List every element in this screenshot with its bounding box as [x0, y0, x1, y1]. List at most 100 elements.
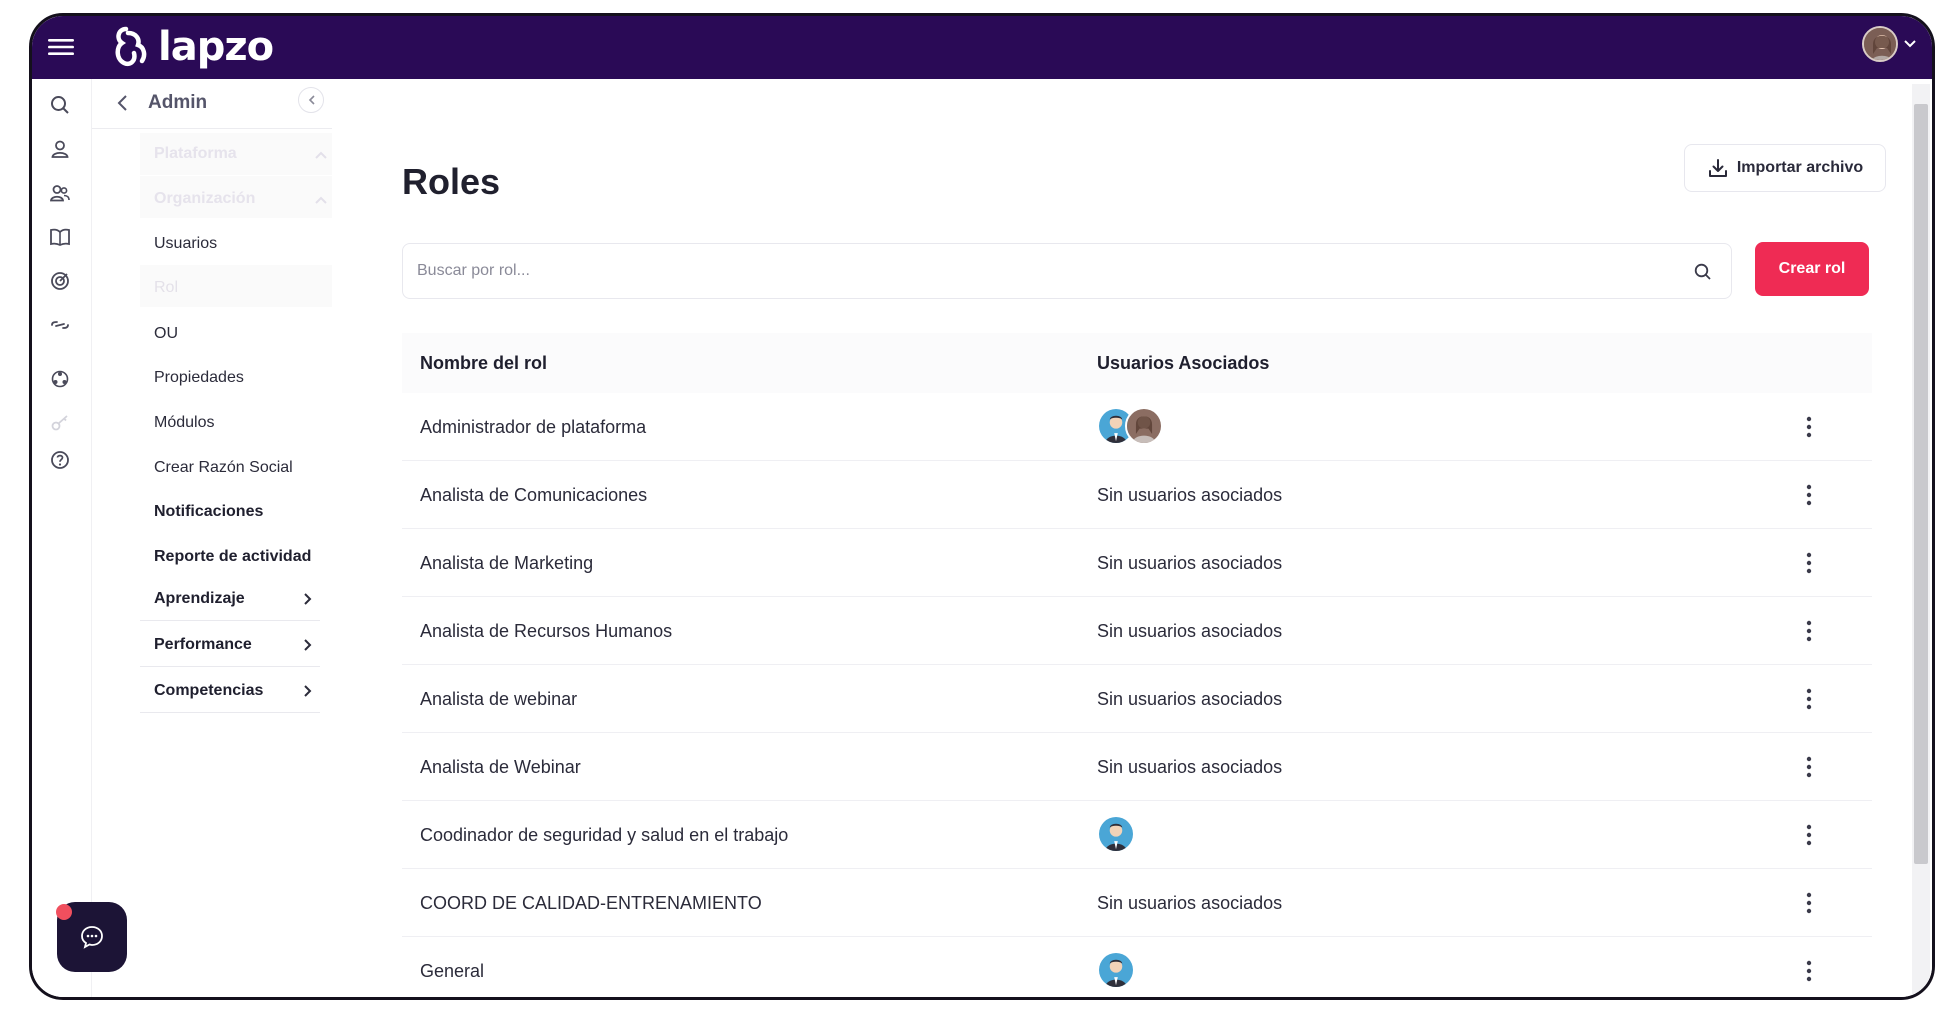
group-label: Competencias — [154, 682, 264, 699]
target-icon[interactable] — [49, 270, 71, 292]
chevron-left-icon[interactable] — [114, 94, 132, 112]
section-plataforma[interactable]: Plataforma — [154, 145, 237, 163]
sidebar-group-aprendizaje[interactable]: Aprendizaje — [140, 579, 320, 621]
chevron-left-icon — [308, 95, 315, 105]
role-name: Coodinador de seguridad y salud en el tr… — [420, 825, 789, 845]
associated-users-text: Sin usuarios asociados — [1097, 621, 1283, 641]
column-header-name: Nombre del rol — [420, 353, 548, 373]
avatar — [1125, 407, 1163, 445]
search-icon[interactable] — [1693, 262, 1713, 282]
app-window: lapzo Admin Plataforma Organización Usua… — [29, 13, 1935, 1000]
lapzo-logo[interactable]: lapzo — [112, 22, 274, 72]
create-role-button[interactable]: Crear rol — [1755, 242, 1869, 296]
table-row[interactable]: COORD DE CALIDAD-ENTRENAMIENTO Sin usuari… — [402, 869, 1872, 937]
sidebar-item-rol[interactable]: Rol — [154, 279, 178, 297]
lapzo-mark-icon — [115, 26, 147, 67]
associated-users-text: Sin usuarios asociados — [1097, 893, 1283, 913]
book-icon[interactable] — [49, 226, 71, 248]
top-bar: lapzo — [32, 16, 1932, 79]
role-name: Analista de webinar — [420, 689, 578, 709]
icon-rail — [32, 79, 92, 997]
admin-label: Admin — [148, 92, 208, 113]
profile-menu[interactable] — [1862, 26, 1916, 62]
table-row[interactable]: Analista de Marketing Sin usuarios asocia… — [402, 529, 1872, 597]
sidebar-item-propiedades[interactable]: Propiedades — [154, 369, 244, 387]
group-label: Aprendizaje — [154, 590, 245, 607]
sidebar-item-ou[interactable]: OU — [154, 325, 178, 343]
link-icon[interactable] — [49, 314, 71, 336]
table-row[interactable]: Analista de Recursos Humanos Sin usuarios… — [402, 597, 1872, 665]
collapse-sidebar-button[interactable] — [298, 87, 324, 113]
chat-icon — [81, 926, 103, 949]
table-row[interactable]: Analista de Webinar Sin usuarios asociado… — [402, 733, 1872, 801]
scrollbar-thumb[interactable] — [1914, 104, 1928, 864]
chevron-right-icon — [304, 685, 312, 697]
kebab-icon[interactable] — [1797, 821, 1821, 849]
table-row[interactable]: Coodinador de seguridad y salud en el tr… — [402, 801, 1872, 869]
chevron-up-icon[interactable] — [314, 193, 328, 207]
chevron-right-icon — [304, 639, 312, 651]
associated-users-text: Sin usuarios asociados — [1097, 485, 1283, 505]
kebab-icon[interactable] — [1797, 753, 1821, 781]
associated-users-avatars[interactable] — [1097, 951, 1135, 991]
notification-dot — [56, 904, 72, 920]
role-name: Analista de Recursos Humanos — [420, 621, 673, 641]
associated-users-text: Sin usuarios asociados — [1097, 757, 1283, 777]
table-header: Nombre del rol Usuarios Asociados — [402, 333, 1872, 393]
sidebar-item-usuarios[interactable]: Usuarios — [154, 235, 217, 253]
menu-icon[interactable] — [48, 37, 74, 57]
column-header-users: Usuarios Asociados — [1097, 353, 1270, 373]
kebab-icon[interactable] — [1797, 957, 1821, 985]
admin-header[interactable]: Admin — [92, 79, 332, 129]
avatar — [1097, 815, 1135, 853]
role-name: Analista de Webinar — [420, 757, 581, 777]
kebab-icon[interactable] — [1797, 413, 1821, 441]
sidebar-item-crear-razon-social[interactable]: Crear Razón Social — [154, 459, 293, 477]
sidebar-group-competencias[interactable]: Competencias — [140, 671, 320, 713]
group-label: Performance — [154, 636, 252, 653]
chevron-down-icon — [1904, 40, 1916, 48]
user-icon[interactable] — [49, 138, 71, 160]
associated-users-avatars[interactable] — [1097, 407, 1163, 447]
import-file-label: Importar archivo — [1736, 159, 1864, 176]
associated-users-avatars[interactable] — [1097, 815, 1135, 855]
main-content: Roles Importar archivo Crear rol Nombre … — [332, 79, 1932, 997]
table-row[interactable]: General — [402, 937, 1872, 997]
table-body: Administrador de plataforma Analista de C… — [402, 393, 1872, 997]
role-name: General — [420, 961, 485, 981]
chevron-up-icon[interactable] — [314, 148, 328, 162]
section-organizacion[interactable]: Organización — [154, 190, 255, 208]
avatar — [1097, 951, 1135, 989]
import-file-button[interactable]: Importar archivo — [1684, 144, 1886, 192]
network-icon[interactable] — [49, 368, 71, 390]
sidebar-item-modulos[interactable]: Módulos — [154, 414, 214, 432]
role-name: Analista de Marketing — [420, 553, 594, 573]
page-title: Roles — [402, 161, 501, 202]
kebab-icon[interactable] — [1797, 481, 1821, 509]
sidebar-item-reporte-actividad[interactable]: Reporte de actividad — [154, 548, 311, 566]
kebab-icon[interactable] — [1797, 685, 1821, 713]
table-row[interactable]: Analista de Comunicaciones Sin usuarios a… — [402, 461, 1872, 529]
user-avatar — [1862, 26, 1898, 62]
role-name: Analista de Comunicaciones — [420, 485, 648, 505]
logo-text: lapzo — [158, 24, 274, 70]
role-name: COORD DE CALIDAD-ENTRENAMIENTO — [420, 893, 762, 913]
sidebar-group-performance[interactable]: Performance — [140, 625, 320, 667]
associated-users-text: Sin usuarios asociados — [1097, 553, 1283, 573]
sidebar-item-notificaciones[interactable]: Notificaciones — [154, 503, 263, 521]
role-search — [402, 243, 1732, 299]
role-search-input[interactable] — [417, 244, 1677, 298]
help-icon[interactable] — [49, 449, 71, 471]
download-icon — [1708, 159, 1727, 177]
kebab-icon[interactable] — [1797, 889, 1821, 917]
table-row[interactable]: Administrador de plataforma — [402, 393, 1872, 461]
users-icon[interactable] — [49, 182, 71, 204]
role-name: Administrador de plataforma — [420, 417, 647, 437]
roles-table: Nombre del rol Usuarios Asociados Admini… — [402, 333, 1872, 997]
search-icon[interactable] — [49, 94, 71, 116]
table-row[interactable]: Analista de webinar Sin usuarios asociado… — [402, 665, 1872, 733]
associated-users-text: Sin usuarios asociados — [1097, 689, 1283, 709]
key-icon[interactable] — [49, 412, 71, 434]
kebab-icon[interactable] — [1797, 549, 1821, 577]
kebab-icon[interactable] — [1797, 617, 1821, 645]
